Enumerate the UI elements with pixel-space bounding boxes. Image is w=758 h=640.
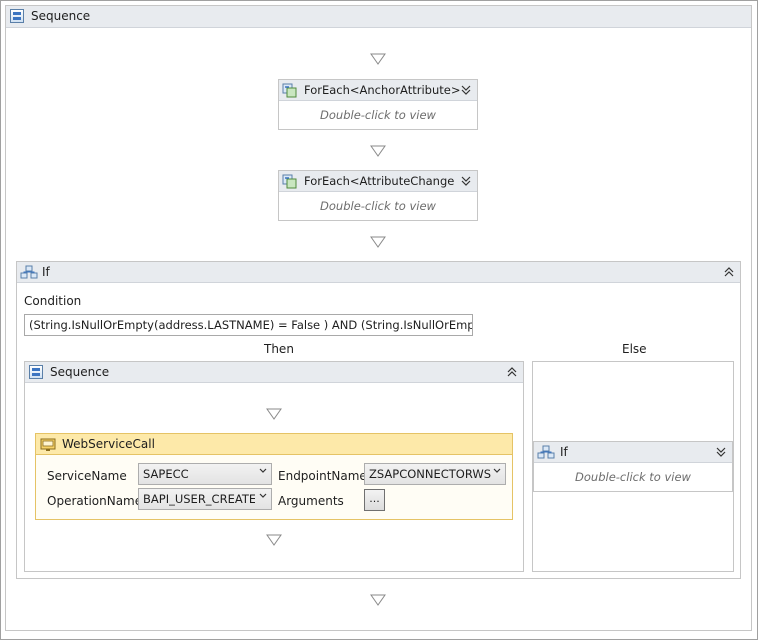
if-title: If xyxy=(42,265,50,279)
drop-triangle-icon[interactable] xyxy=(370,53,386,65)
service-name-value: SAPECC xyxy=(143,467,189,481)
else-if-activity[interactable]: If Double-click to view xyxy=(533,441,733,492)
foreach-icon xyxy=(282,174,297,189)
if-header[interactable]: If xyxy=(17,262,740,283)
double-click-hint: Double-click to view xyxy=(320,199,436,213)
double-click-hint: Double-click to view xyxy=(575,470,691,484)
endpoint-name-label: EndpointName xyxy=(278,469,367,483)
drop-triangle-icon[interactable] xyxy=(370,236,386,248)
drop-triangle-icon[interactable] xyxy=(370,145,386,157)
chevron-down-icon xyxy=(259,467,267,478)
drop-triangle-icon[interactable] xyxy=(266,534,282,546)
operation-name-value: BAPI_USER_CREATE1 xyxy=(143,492,255,506)
then-sequence-header[interactable]: Sequence xyxy=(25,362,523,383)
chevron-down-icon xyxy=(259,492,267,503)
condition-input[interactable]: (String.IsNullOrEmpty(address.LASTNAME) … xyxy=(24,314,473,336)
chevron-down-icon xyxy=(493,467,501,478)
if-icon xyxy=(20,265,38,279)
else-if-title: If xyxy=(560,445,568,459)
foreach-header[interactable]: ForEach<AnchorAttribute> xyxy=(279,80,477,101)
outer-sequence-title: Sequence xyxy=(31,9,91,23)
operation-name-label: OperationName xyxy=(47,494,143,508)
drop-triangle-icon[interactable] xyxy=(370,594,386,606)
webservicecall-header[interactable]: WebServiceCall xyxy=(36,434,512,455)
sequence-icon xyxy=(29,365,43,379)
if-icon xyxy=(537,445,555,459)
endpoint-name-select[interactable]: ZSAPCONNECTORWS xyxy=(364,463,506,485)
then-sequence-title: Sequence xyxy=(50,365,110,379)
service-name-select[interactable]: SAPECC xyxy=(138,463,272,485)
foreach-icon xyxy=(282,83,297,98)
operation-name-select[interactable]: BAPI_USER_CREATE1 xyxy=(138,488,272,510)
chevron-double-down-icon[interactable] xyxy=(460,84,472,96)
chevron-double-down-icon[interactable] xyxy=(715,446,727,458)
foreach-header[interactable]: ForEach<AttributeChange> xyxy=(279,171,477,192)
service-name-label: ServiceName xyxy=(47,469,127,483)
chevron-double-down-icon[interactable] xyxy=(460,175,472,187)
outer-sequence-header[interactable]: Sequence xyxy=(6,6,751,28)
sequence-icon xyxy=(10,9,24,23)
chevron-double-up-icon[interactable] xyxy=(506,366,518,378)
webservicecall-title: WebServiceCall xyxy=(62,437,155,451)
condition-label: Condition xyxy=(24,294,82,308)
drop-triangle-icon[interactable] xyxy=(266,408,282,420)
endpoint-name-value: ZSAPCONNECTORWS xyxy=(369,467,492,481)
chevron-double-up-icon[interactable] xyxy=(723,266,735,278)
foreach-attribute-change[interactable]: ForEach<AttributeChange> Double-click to… xyxy=(278,170,478,221)
else-if-header[interactable]: If xyxy=(534,442,732,463)
foreach-title: ForEach<AttributeChange> xyxy=(304,174,454,188)
then-label: Then xyxy=(264,342,294,356)
else-label: Else xyxy=(622,342,647,356)
webservice-icon xyxy=(40,438,56,451)
double-click-hint: Double-click to view xyxy=(320,108,436,122)
arguments-button[interactable]: ... xyxy=(364,489,385,511)
arguments-label: Arguments xyxy=(278,494,344,508)
foreach-title: ForEach<AnchorAttribute> xyxy=(304,83,461,97)
foreach-anchor-attribute[interactable]: ForEach<AnchorAttribute> Double-click to… xyxy=(278,79,478,130)
